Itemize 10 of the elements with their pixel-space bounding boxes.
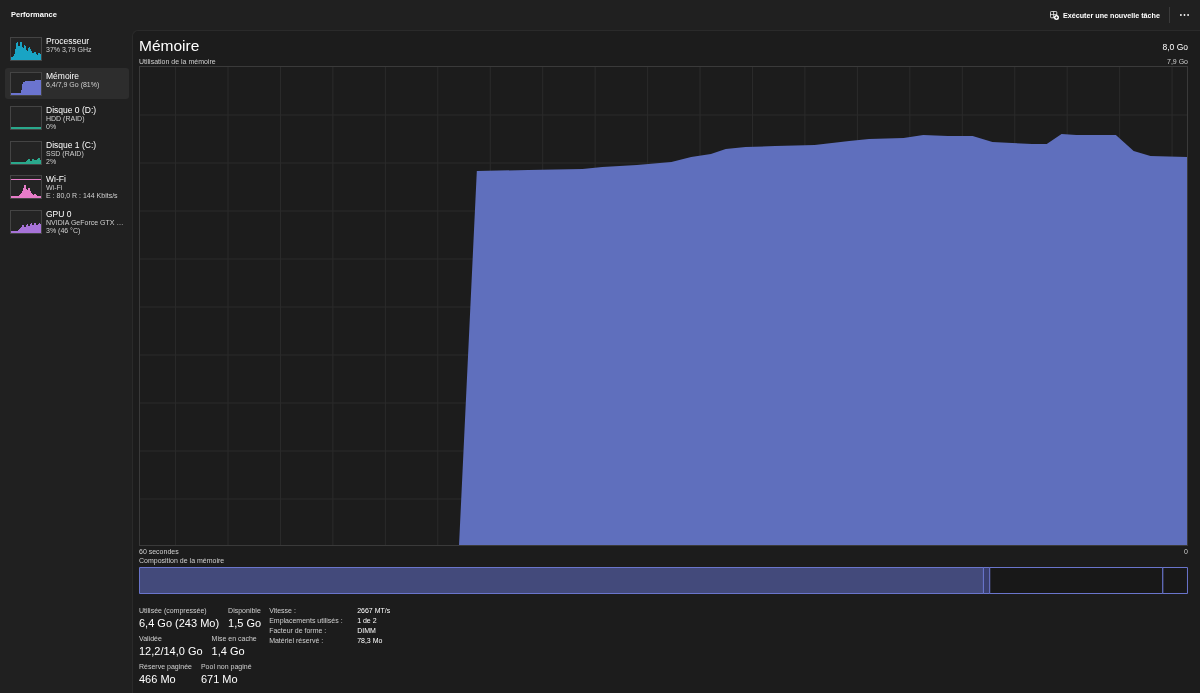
page-title: Mémoire (139, 36, 200, 56)
free-segment (1162, 567, 1188, 594)
total-memory-label: 8,0 Go (1162, 42, 1188, 53)
stat-value: 1,5 Go (228, 616, 262, 631)
stat-value: 1,4 Go (211, 644, 245, 659)
stat-value: 12,2/14,0 Go (139, 644, 203, 659)
window-plus-icon (1049, 10, 1059, 20)
stat-value: 6,4 Go (243 Mo) (139, 616, 220, 631)
stat-value: 466 Mo (139, 672, 176, 687)
stat-value: 671 Mo (200, 672, 238, 687)
